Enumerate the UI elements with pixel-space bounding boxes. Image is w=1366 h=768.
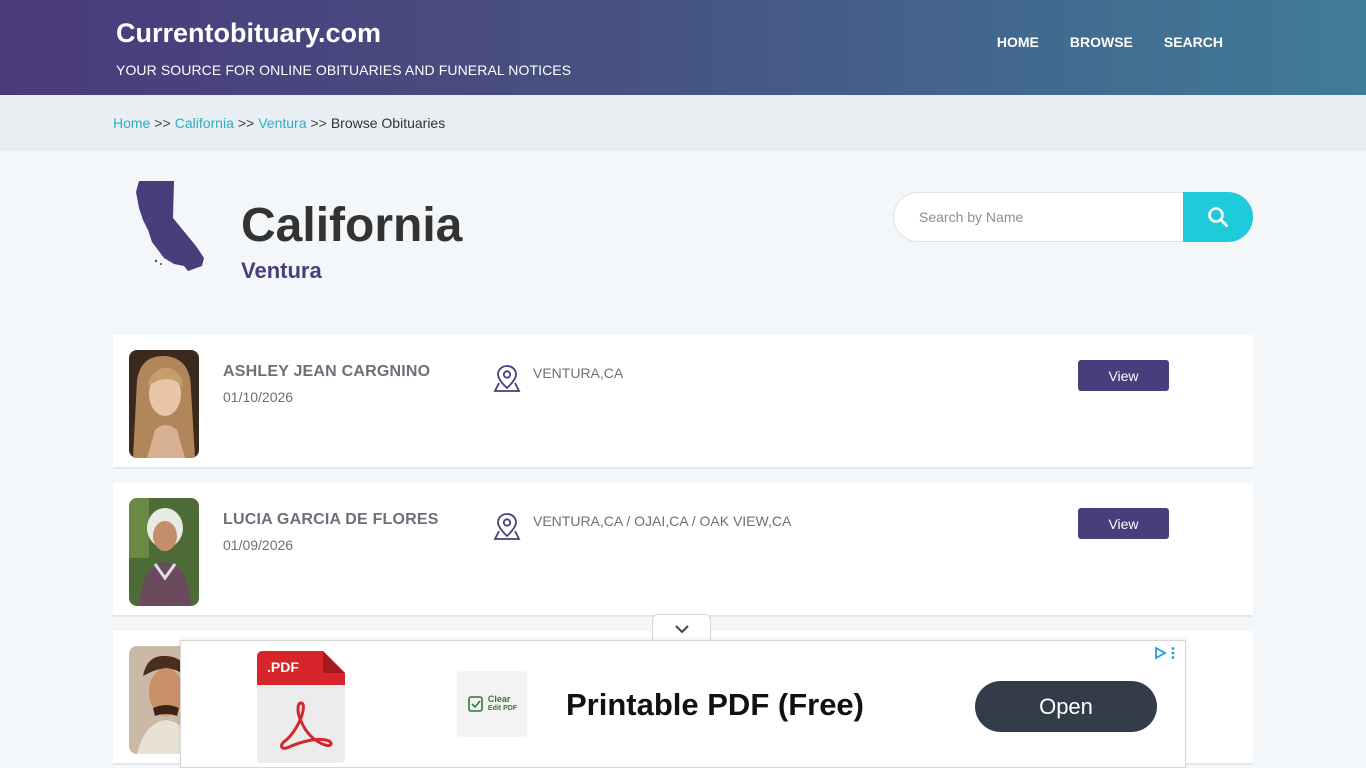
breadcrumb-bar: Home >> California >> Ventura >> Browse Obitua… [0, 95, 1366, 151]
breadcrumb-separator: >> [310, 115, 327, 131]
breadcrumb: Home >> California >> Ventura >> Browse Obitua… [113, 115, 445, 131]
ad-collapse-toggle[interactable] [652, 614, 711, 642]
obituary-card: LUCIA GARCIA DE FLORES 01/09/2026 VENTUR… [113, 483, 1253, 617]
site-tagline: YOUR SOURCE FOR ONLINE OBITUARIES AND FU… [116, 62, 572, 78]
nav-home-link[interactable]: HOME [997, 34, 1039, 50]
obituary-date: 01/10/2026 [223, 389, 294, 405]
obituary-photo[interactable] [129, 350, 199, 458]
breadcrumb-county-link[interactable]: Ventura [258, 115, 306, 131]
search-icon [1208, 207, 1228, 227]
ad-open-button[interactable]: Open [975, 681, 1157, 732]
breadcrumb-current: Browse Obituaries [330, 115, 446, 131]
search-button[interactable] [1183, 192, 1253, 242]
ad-headline: Printable PDF (Free) [566, 687, 864, 722]
breadcrumb-state-link[interactable]: California [175, 115, 234, 131]
breadcrumb-separator: >> [154, 115, 171, 131]
obituary-location: VENTURA,CA / OJAI,CA / OAK VIEW,CA [533, 513, 792, 529]
obituary-card: ASHLEY JEAN CARGNINO 01/10/2026 VENTURA,… [113, 335, 1253, 469]
document-check-icon [468, 696, 483, 712]
breadcrumb-separator: >> [237, 115, 255, 131]
california-map-icon [136, 181, 204, 271]
search-input[interactable] [893, 192, 1193, 242]
site-logo[interactable]: Currentobituary.com [116, 18, 381, 49]
pdf-badge-text: .PDF [267, 659, 299, 675]
obituary-location: VENTURA,CA [533, 365, 624, 381]
breadcrumb-home-link[interactable]: Home [113, 115, 150, 131]
obituary-name[interactable]: ASHLEY JEAN CARGNINO [223, 363, 430, 381]
location-pin-icon [493, 365, 521, 392]
site-header: Currentobituary.com YOUR SOURCE FOR ONLI… [0, 0, 1366, 95]
obituary-name[interactable]: LUCIA GARCIA DE FLORES [223, 511, 439, 529]
view-obituary-button[interactable]: View [1078, 508, 1169, 539]
ad-brand-line2: Edit PDF [487, 705, 518, 712]
search-box [893, 192, 1253, 242]
view-obituary-button[interactable]: View [1078, 360, 1169, 391]
location-pin-icon [493, 513, 521, 540]
ad-brand-logo: Clear Edit PDF [457, 671, 527, 737]
page-title: California [241, 199, 463, 252]
page-subtitle: Ventura [241, 258, 322, 283]
ad-choices-icon [1155, 646, 1167, 660]
nav-search-link[interactable]: SEARCH [1164, 34, 1223, 50]
obituary-photo[interactable] [129, 498, 199, 606]
nav-browse-link[interactable]: BROWSE [1070, 34, 1133, 50]
more-options-icon [1171, 647, 1175, 659]
ad-choices[interactable] [1153, 645, 1183, 661]
ad-banner[interactable]: .PDF Clear Edit PDF Printable PDF (Free)… [180, 640, 1186, 768]
obituary-date: 01/09/2026 [223, 537, 294, 553]
chevron-down-icon [674, 624, 689, 633]
ad-brand-line1: Clear [487, 694, 511, 704]
main-nav: HOME BROWSE SEARCH [997, 34, 1223, 50]
